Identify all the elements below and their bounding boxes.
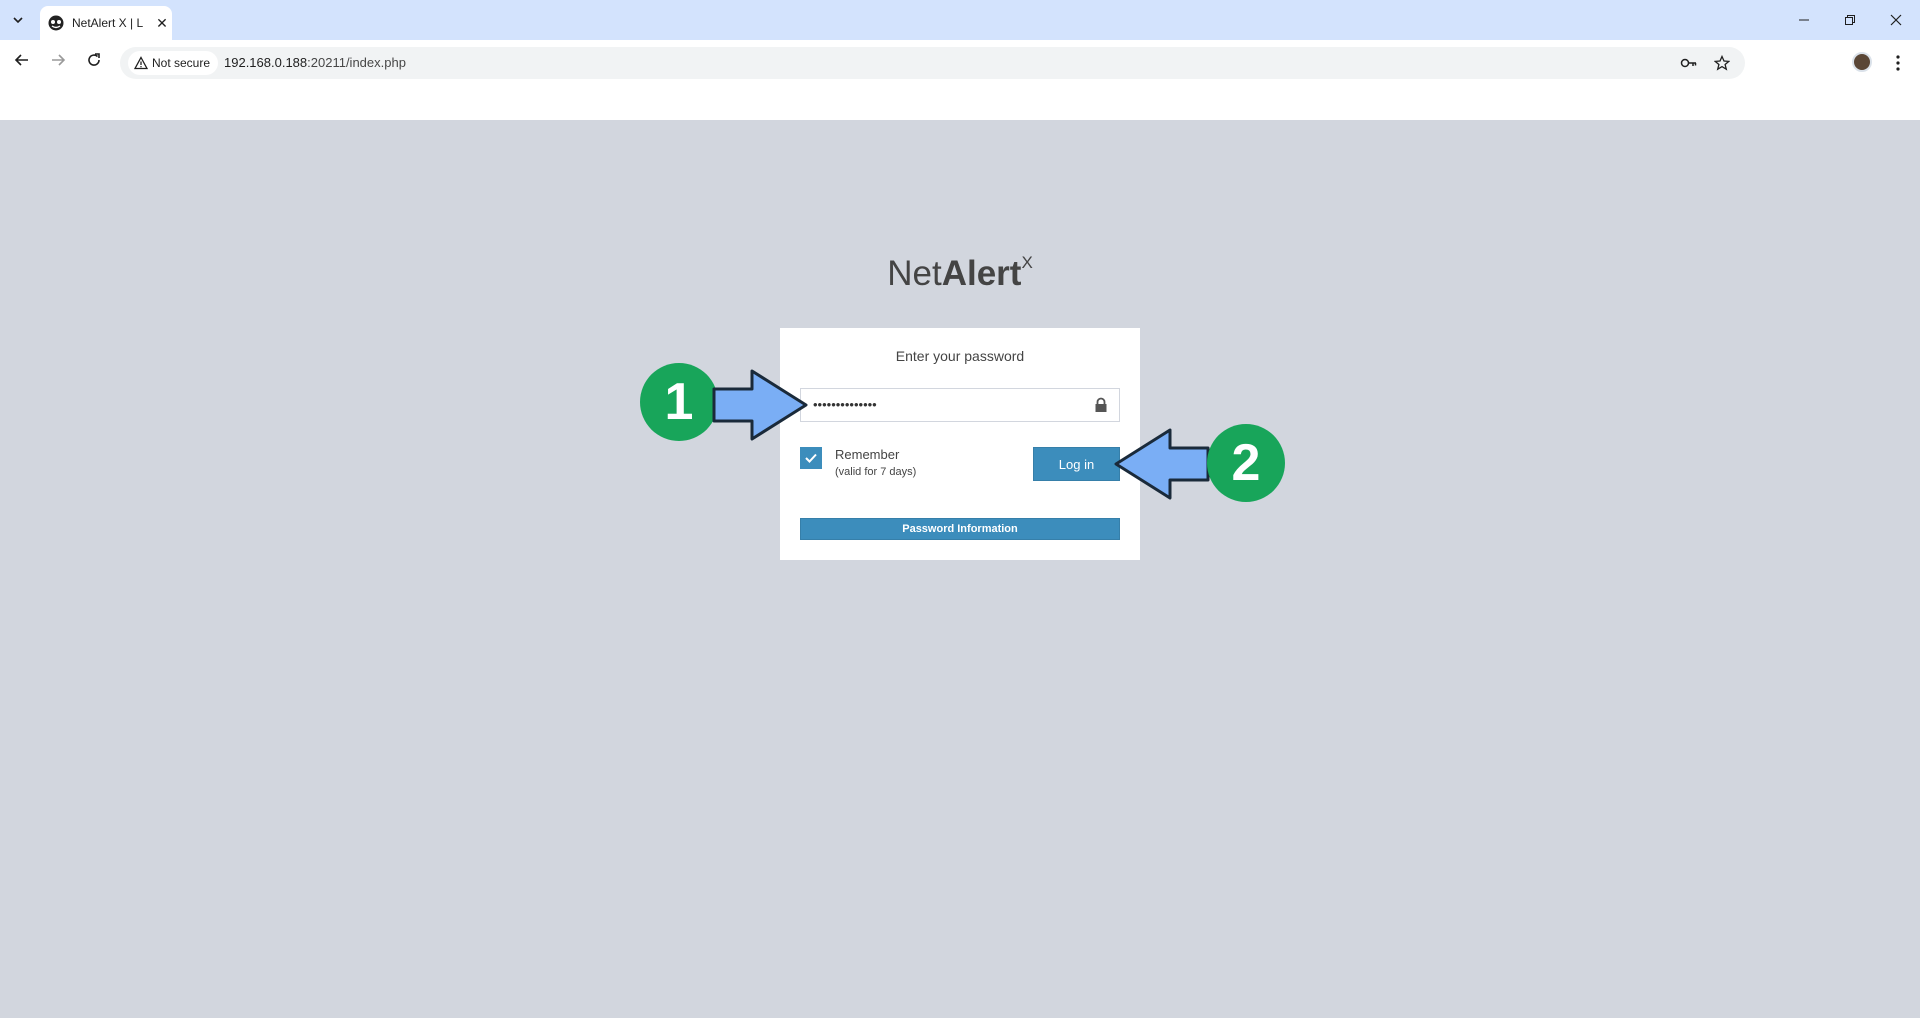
minimize-icon[interactable] bbox=[1781, 0, 1827, 40]
bookmark-star-icon[interactable] bbox=[1712, 53, 1732, 73]
step-1-arrow-icon bbox=[712, 369, 808, 441]
step-2-arrow-icon bbox=[1114, 428, 1210, 500]
window-close-icon[interactable] bbox=[1873, 0, 1919, 40]
remember-note: (valid for 7 days) bbox=[835, 466, 917, 478]
password-key-icon[interactable] bbox=[1679, 53, 1699, 73]
browser-tab-strip: NetAlert X | L ✕ bbox=[0, 0, 1920, 40]
tab-title: NetAlert X | L bbox=[72, 16, 144, 30]
lock-icon bbox=[1094, 397, 1108, 413]
browser-tab[interactable]: NetAlert X | L ✕ bbox=[40, 6, 172, 40]
logo-net: Net bbox=[887, 254, 942, 293]
checkmark-icon bbox=[805, 453, 817, 463]
step-2-badge: 2 bbox=[1207, 424, 1285, 502]
tab-close-icon[interactable]: ✕ bbox=[154, 15, 170, 31]
login-prompt: Enter your password bbox=[895, 348, 1025, 364]
url-text[interactable]: 192.168.0.188:20211/index.php bbox=[224, 55, 406, 70]
menu-dots-icon[interactable] bbox=[1888, 52, 1908, 74]
netalert-logo: NetAlertX bbox=[0, 253, 1920, 294]
password-information-button[interactable]: Password Information bbox=[800, 518, 1120, 540]
step-1-badge: 1 bbox=[640, 363, 718, 441]
remember-label: Remember bbox=[835, 447, 900, 462]
reload-icon[interactable] bbox=[80, 46, 108, 74]
password-input[interactable]: •••••••••••••• bbox=[800, 388, 1120, 422]
login-button[interactable]: Log in bbox=[1033, 447, 1120, 481]
url-host: 192.168.0.188 bbox=[224, 55, 308, 70]
restore-icon[interactable] bbox=[1827, 0, 1873, 40]
login-card: Enter your password •••••••••••••• Remem… bbox=[780, 328, 1140, 560]
remember-checkbox[interactable] bbox=[800, 447, 822, 469]
logo-alert: Alert bbox=[941, 254, 1022, 293]
warning-icon bbox=[134, 56, 148, 70]
logo-sup: X bbox=[1021, 253, 1033, 273]
page-header-strip bbox=[0, 80, 1920, 120]
security-label: Not secure bbox=[152, 56, 211, 70]
url-path: :20211/index.php bbox=[307, 55, 406, 70]
forward-icon[interactable] bbox=[44, 46, 72, 74]
tab-search-chevron-icon[interactable] bbox=[6, 8, 30, 32]
netalert-favicon-icon bbox=[48, 15, 64, 31]
profile-avatar[interactable] bbox=[1852, 52, 1872, 72]
back-icon[interactable] bbox=[8, 46, 36, 74]
security-chip[interactable]: Not secure bbox=[128, 51, 219, 75]
